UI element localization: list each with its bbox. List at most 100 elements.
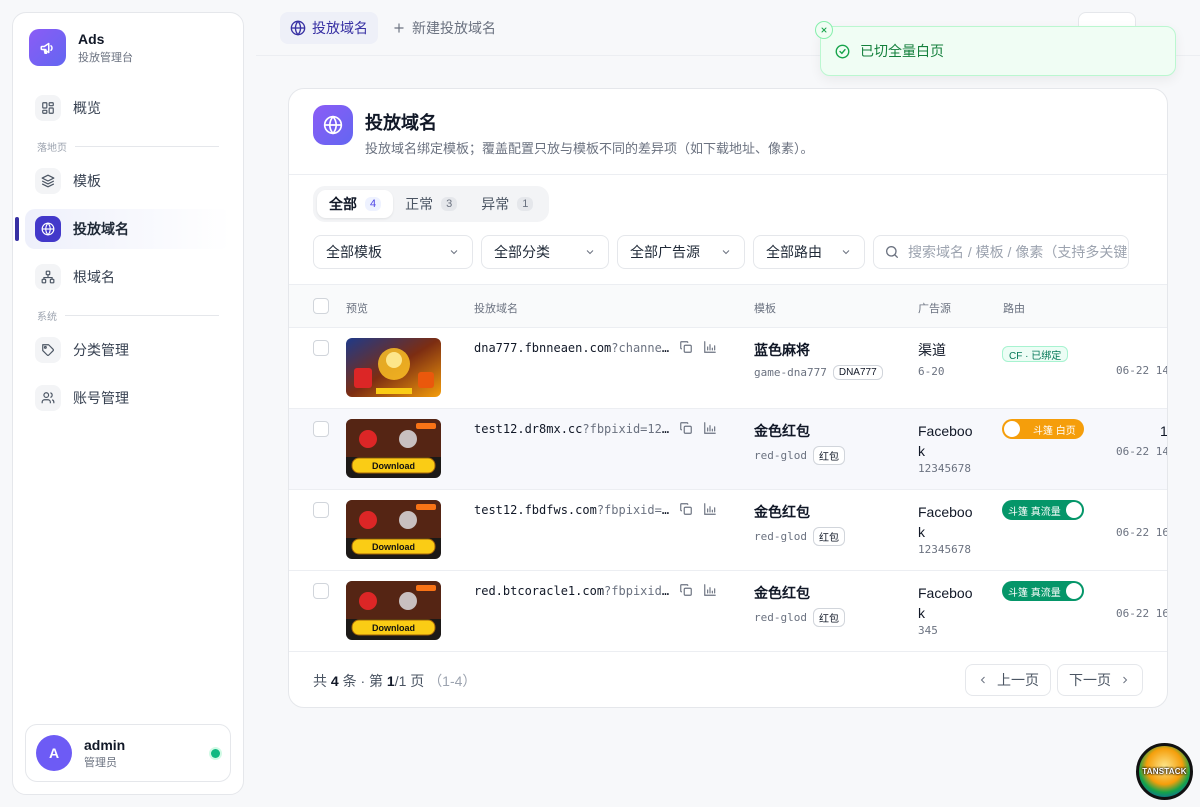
ad-source-filter-select[interactable]: 全部广告源 xyxy=(617,235,745,269)
sidebar-item-accounts[interactable]: 账号管理 xyxy=(25,378,231,418)
stats-chart-icon[interactable] xyxy=(703,583,717,600)
tab-new-domain[interactable]: 新建投放域名 xyxy=(382,12,506,44)
sidebar-item-label: 模板 xyxy=(73,173,101,189)
ad-source-name: Facebook xyxy=(918,585,973,621)
preview-thumbnail[interactable] xyxy=(346,338,441,397)
layers-icon xyxy=(35,168,61,194)
template-name: 金色红包 xyxy=(754,423,810,439)
next-page-button[interactable]: 下一页 xyxy=(1057,664,1143,696)
search-box xyxy=(873,235,1129,269)
count-badge: 4 xyxy=(365,197,382,211)
search-input[interactable] xyxy=(908,244,1128,260)
chevron-down-icon xyxy=(842,250,850,255)
sidebar-item-label: 根域名 xyxy=(73,269,115,285)
column-header[interactable]: 投放域名 xyxy=(474,300,518,316)
ad-source-id: 12345678 xyxy=(918,543,971,556)
updated-time: 06-22 14: xyxy=(1116,445,1167,458)
prev-page-button[interactable]: 上一页 xyxy=(965,664,1051,696)
close-icon[interactable] xyxy=(815,21,833,39)
updated-time: 06-22 16: xyxy=(1116,607,1167,620)
stats-chart-icon[interactable] xyxy=(703,502,717,519)
sidebar-item-templates[interactable]: 模板 xyxy=(25,161,231,201)
route-filter-select[interactable]: 全部路由 xyxy=(753,235,865,269)
table-row[interactable]: Download red.btcoracle1.com?fbpixid=345 … xyxy=(289,571,1167,652)
active-indicator xyxy=(15,217,19,241)
sidebar-item-root-domains[interactable]: 根域名 xyxy=(25,257,231,297)
tanstack-devtools-logo[interactable]: TANSTACK xyxy=(1136,743,1193,800)
row-checkbox[interactable] xyxy=(313,583,329,599)
cloak-toggle[interactable]: 斗篷 真流量 xyxy=(1002,500,1084,520)
pagination-summary: 共 4 条 · 第 1/1 页 （1-4） xyxy=(313,673,477,689)
row-checkbox[interactable] xyxy=(313,340,329,356)
row-checkbox[interactable] xyxy=(313,421,329,437)
brand-subtitle: 投放管理台 xyxy=(78,51,133,64)
copy-icon[interactable] xyxy=(679,421,693,438)
domain-url[interactable]: test12.fbdfws.com?fbpixid=12345678 xyxy=(474,503,671,517)
tab-domains[interactable]: 投放域名 xyxy=(280,12,378,44)
toast-notification: 已切全量白页 xyxy=(815,21,1176,76)
brand[interactable]: Ads 投放管理台 xyxy=(29,29,133,66)
users-icon xyxy=(35,385,61,411)
sidebar-item-domains[interactable]: 投放域名 xyxy=(25,209,231,249)
template-filter-select[interactable]: 全部模板 xyxy=(313,235,473,269)
segment-all[interactable]: 全部 4 xyxy=(317,190,394,218)
template-code: red-glod 红包 xyxy=(754,446,845,465)
brand-name: Ads xyxy=(78,30,105,47)
category-filter-select[interactable]: 全部分类 xyxy=(481,235,609,269)
route-status-badge: CF · 已绑定 xyxy=(1002,346,1069,362)
count-value: 1 xyxy=(1160,423,1168,439)
column-header[interactable]: 广告源 xyxy=(918,300,951,316)
domain-url[interactable]: dna777.fbnneaen.com?channel=1 xyxy=(474,341,671,355)
select-all-checkbox[interactable] xyxy=(313,298,329,314)
preview-thumbnail[interactable]: Download xyxy=(346,581,441,640)
card-header: 投放域名 投放域名绑定模板；覆盖配置只放与模板不同的差异项（如下载地址、像素）。 xyxy=(289,89,1167,175)
table-row[interactable]: dna777.fbnneaen.com?channel=1 蓝色麻将 game-… xyxy=(289,328,1167,409)
stats-chart-icon[interactable] xyxy=(703,421,717,438)
stats-chart-icon[interactable] xyxy=(703,340,717,357)
template-name: 金色红包 xyxy=(754,585,810,601)
column-header[interactable]: 路由 xyxy=(1003,300,1025,316)
copy-icon[interactable] xyxy=(679,583,693,600)
svg-text:Download: Download xyxy=(372,461,415,471)
domain-url[interactable]: red.btcoracle1.com?fbpixid=345 xyxy=(474,584,671,598)
plus-icon xyxy=(394,23,404,33)
ad-source-name: Facebook xyxy=(918,504,973,540)
search-icon xyxy=(886,246,898,258)
user-card[interactable]: A admin 管理员 xyxy=(25,724,231,782)
svg-text:Download: Download xyxy=(372,623,415,633)
ad-source-id: 12345678 xyxy=(918,462,971,475)
ad-source-id: 345 xyxy=(918,624,938,637)
tab-label: 投放域名 xyxy=(312,20,368,36)
domain-url[interactable]: test12.dr8mx.cc?fbpixid=12345678 xyxy=(474,422,671,436)
template-code: red-glod 红包 xyxy=(754,527,845,546)
table-row[interactable]: Download test12.dr8mx.cc?fbpixid=1234567… xyxy=(289,409,1168,490)
updated-time: 06-22 16: xyxy=(1116,526,1167,539)
section-system: 系统 xyxy=(37,308,219,323)
preview-thumbnail[interactable]: Download xyxy=(346,500,441,559)
table-row[interactable]: Download test12.fbdfws.com?fbpixid=12345… xyxy=(289,490,1167,571)
preview-thumbnail[interactable]: Download xyxy=(346,419,441,478)
copy-icon[interactable] xyxy=(679,340,693,357)
copy-icon[interactable] xyxy=(679,502,693,519)
online-status-dot xyxy=(211,749,220,758)
row-checkbox[interactable] xyxy=(313,502,329,518)
user-role: 管理员 xyxy=(84,756,117,769)
segment-abnormal[interactable]: 异常 1 xyxy=(469,190,545,218)
ad-source-name: 渠道 xyxy=(918,342,946,358)
cloak-toggle[interactable]: 斗篷 白页 xyxy=(1002,419,1084,439)
grid-icon xyxy=(35,95,61,121)
template-tag: 红包 xyxy=(812,527,845,546)
sidebar-item-overview[interactable]: 概览 xyxy=(25,88,231,128)
cloak-toggle[interactable]: 斗篷 真流量 xyxy=(1002,581,1084,601)
tag-icon xyxy=(35,337,61,363)
sitemap-icon xyxy=(35,264,61,290)
status-segmented-control: 全部 4 正常 3 异常 1 xyxy=(313,186,550,222)
column-header[interactable]: 模板 xyxy=(754,300,776,316)
segment-normal[interactable]: 正常 3 xyxy=(393,190,469,218)
sidebar-item-categories[interactable]: 分类管理 xyxy=(25,330,231,370)
section-landing: 落地页 xyxy=(37,139,219,154)
column-header: 预览 xyxy=(346,303,368,315)
chevron-right-icon xyxy=(1123,676,1128,684)
page-title: 投放域名 xyxy=(365,113,437,133)
sidebar-item-label: 账号管理 xyxy=(73,390,129,406)
